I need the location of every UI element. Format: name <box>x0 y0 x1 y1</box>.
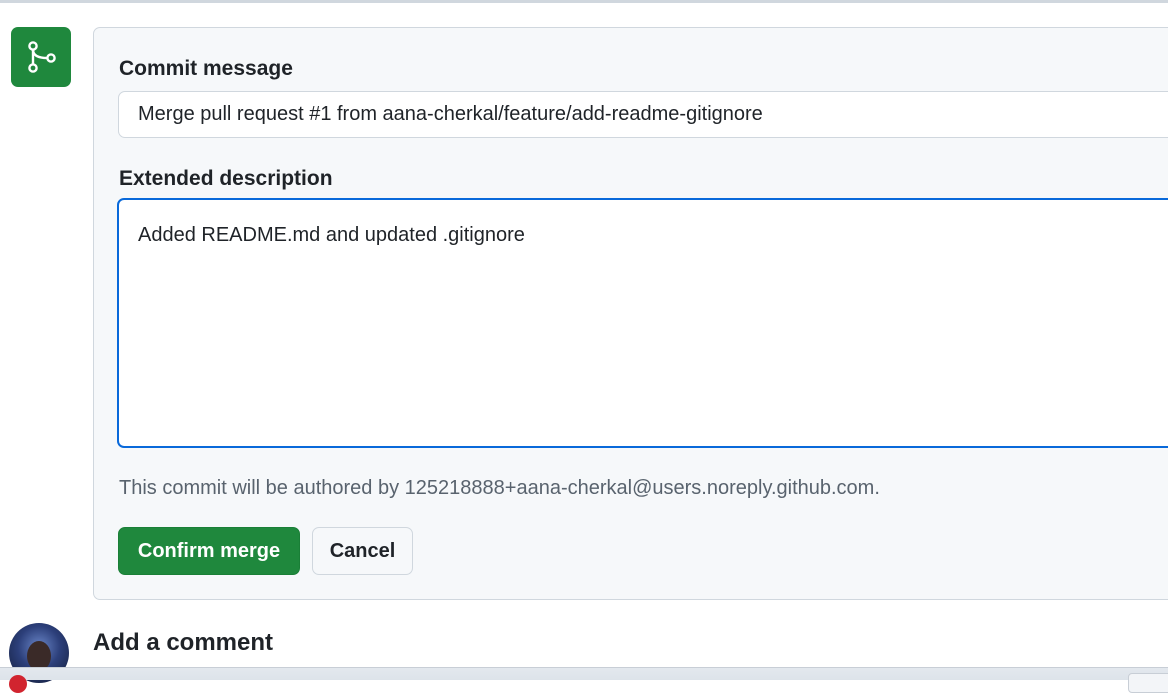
cancel-button[interactable]: Cancel <box>312 527 413 575</box>
add-comment-heading: Add a comment <box>93 629 274 656</box>
git-merge-icon <box>11 27 71 87</box>
top-divider <box>0 0 1168 3</box>
commit-author-note: This commit will be authored by 12521888… <box>119 477 880 499</box>
merge-form-panel: Commit message Extended description Adde… <box>93 27 1168 600</box>
extended-description-label: Extended description <box>119 167 333 190</box>
taskbar <box>0 667 1168 680</box>
commit-message-input[interactable] <box>118 91 1168 138</box>
confirm-merge-button[interactable]: Confirm merge <box>118 527 300 575</box>
commit-message-label: Commit message <box>119 57 293 80</box>
taskbar-widget[interactable] <box>1128 673 1168 693</box>
git-merge-icon-glyph <box>28 41 56 73</box>
extended-description-textarea[interactable]: Added README.md and updated .gitignore <box>117 198 1168 448</box>
taskbar-app-icon[interactable] <box>9 675 27 693</box>
